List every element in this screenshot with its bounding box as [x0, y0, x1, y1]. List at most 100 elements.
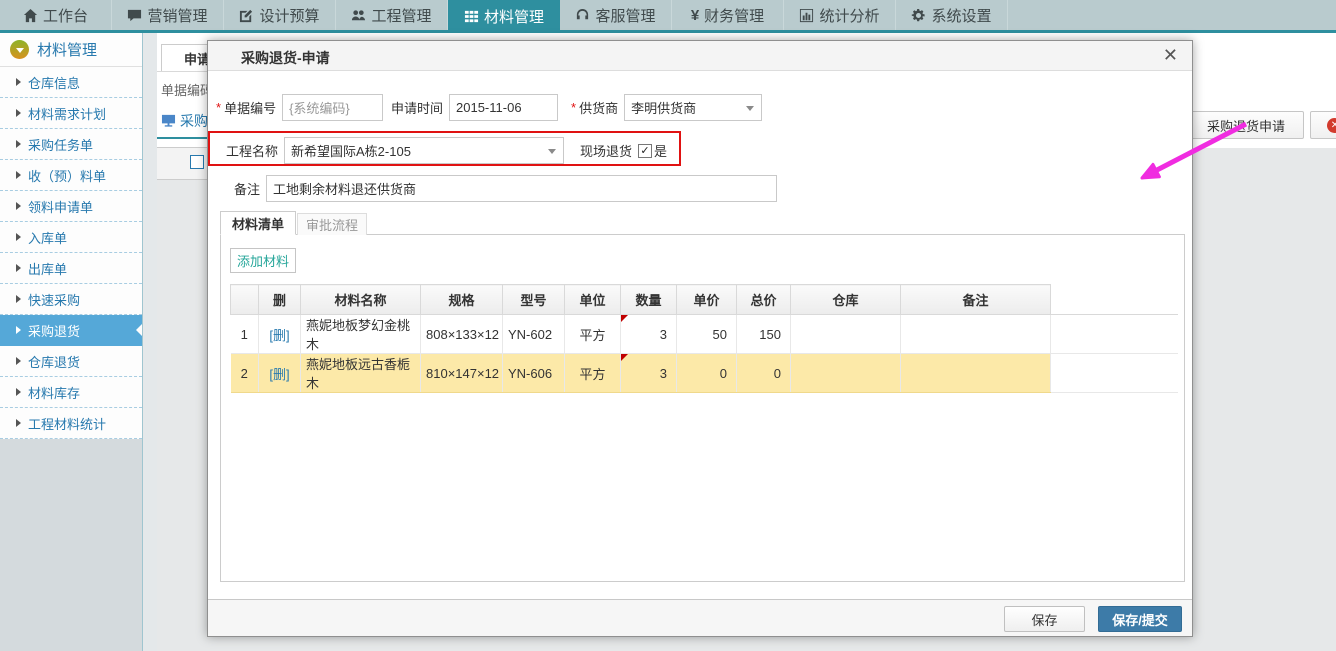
caret-right-icon [16, 233, 21, 241]
table-row: 1 [删] 燕妮地板梦幻金桃木 808×133×12 YN-602 平方 3 5… [231, 315, 1178, 354]
model-cell[interactable]: YN-602 [503, 315, 565, 354]
background-tab-divider [157, 71, 209, 72]
nav-tab-design-budget[interactable]: 设计预算 [224, 0, 336, 30]
remark-cell[interactable] [901, 354, 1051, 393]
tab-material-list[interactable]: 材料清单 [220, 211, 296, 235]
material-name-cell[interactable]: 燕妮地板梦幻金桃木 [301, 315, 421, 354]
col-remark: 备注 [901, 285, 1051, 315]
save-submit-button[interactable]: 保存/提交 [1098, 606, 1182, 632]
col-model: 型号 [503, 285, 565, 315]
doc-no-input[interactable] [282, 94, 383, 121]
background-panel-title-label: 采购 [180, 111, 208, 131]
close-icon[interactable]: ✕ [1163, 45, 1178, 66]
supplier-value: 李明供货商 [631, 98, 696, 117]
caret-right-icon [16, 264, 21, 272]
nav-accent-bar [0, 30, 1336, 33]
caret-right-icon [16, 109, 21, 117]
caret-right-icon [16, 78, 21, 86]
top-nav: 工作台 营销管理 设计预算 工程管理 材料管理 客服管理 ¥ 财务管理 统计分析 [0, 0, 1336, 33]
gear-icon [911, 8, 926, 23]
nav-tab-customer-service[interactable]: 客服管理 [560, 0, 672, 30]
sidebar-item-project-material-stats[interactable]: 工程材料统计 [0, 408, 142, 439]
delete-row-link[interactable]: [删] [269, 367, 289, 382]
warehouse-cell[interactable] [791, 354, 901, 393]
chevron-down-icon [746, 106, 754, 111]
spec-cell[interactable]: 808×133×12 [421, 315, 503, 354]
sidebar-item-label: 领料申请单 [28, 197, 93, 216]
col-unit: 单位 [565, 285, 621, 315]
nav-tab-finance[interactable]: ¥ 财务管理 [672, 0, 784, 30]
sidebar-item-inbound[interactable]: 入库单 [0, 222, 142, 253]
table-header-row: 删 材料名称 规格 型号 单位 数量 单价 总价 仓库 备注 [231, 285, 1178, 315]
sidebar-item-warehouse-return[interactable]: 仓库退货 [0, 346, 142, 377]
sidebar-item-purchase-return[interactable]: 采购退货 [0, 315, 142, 346]
nav-tab-marketing[interactable]: 营销管理 [112, 0, 224, 30]
sidebar-item-receive-material[interactable]: 收（预）料单 [0, 160, 142, 191]
sidebar-item-label: 出库单 [28, 259, 67, 278]
price-cell[interactable]: 50 [677, 315, 737, 354]
sidebar-gap-strip [144, 33, 157, 651]
dialog-footer: 保存 保存/提交 [208, 599, 1192, 636]
remark-cell[interactable] [901, 315, 1051, 354]
warehouse-cell[interactable] [791, 315, 901, 354]
remark-input[interactable] [266, 175, 777, 202]
nav-tab-workbench[interactable]: 工作台 [0, 0, 112, 30]
tab-approval-flow[interactable]: 审批流程 [297, 213, 367, 235]
sidebar-group-header[interactable]: 材料管理 [0, 33, 142, 67]
home-icon [23, 8, 38, 23]
save-button[interactable]: 保存 [1004, 606, 1085, 632]
price-cell[interactable]: 0 [677, 354, 737, 393]
remark-label: 备注 [234, 179, 260, 198]
sidebar-item-quick-purchase[interactable]: 快速采购 [0, 284, 142, 315]
sidebar-item-material-request[interactable]: 领料申请单 [0, 191, 142, 222]
project-label: 工程名称 [226, 141, 278, 160]
nav-tab-materials[interactable]: 材料管理 [448, 0, 560, 33]
purchase-return-apply-button[interactable]: 采购退货申请 [1188, 111, 1304, 139]
nav-tab-settings[interactable]: 系统设置 [896, 0, 1008, 30]
sidebar-item-label: 材料需求计划 [28, 104, 106, 123]
sidebar-item-warehouse-info[interactable]: 仓库信息 [0, 67, 142, 98]
tab-label: 材料清单 [232, 214, 284, 233]
unit-cell[interactable]: 平方 [565, 354, 621, 393]
supplier-label: 供货商 [579, 98, 618, 117]
spec-cell[interactable]: 810×147×12 [421, 354, 503, 393]
nav-tab-label: 统计分析 [819, 5, 879, 26]
project-value: 新希望国际A栋2-105 [291, 141, 411, 160]
collapse-circle-icon [10, 40, 29, 59]
nav-tab-engineering[interactable]: 工程管理 [336, 0, 448, 30]
col-delete: 删 [259, 285, 301, 315]
project-select[interactable]: 新希望国际A栋2-105 [284, 137, 564, 164]
table-row-selected: 2 [删] 燕妮地板远古香栀木 810×147×12 YN-606 平方 3 0… [231, 354, 1178, 393]
add-material-button[interactable]: 添加材料 [230, 248, 296, 273]
row-number: 1 [231, 315, 259, 354]
sidebar-item-material-demand-plan[interactable]: 材料需求计划 [0, 98, 142, 129]
form-row-date: 申请时间 [391, 94, 558, 121]
chat-icon [127, 8, 142, 23]
nav-tab-statistics[interactable]: 统计分析 [784, 0, 896, 30]
qty-cell[interactable]: 3 [621, 354, 677, 393]
model-cell[interactable]: YN-606 [503, 354, 565, 393]
total-cell: 150 [737, 315, 791, 354]
sidebar-item-outbound[interactable]: 出库单 [0, 253, 142, 284]
total-cell: 0 [737, 354, 791, 393]
required-mark: * [571, 100, 576, 115]
delete-button[interactable]: ✕ 删除 [1310, 111, 1336, 139]
unit-cell[interactable]: 平方 [565, 315, 621, 354]
apply-date-input[interactable] [449, 94, 558, 121]
nav-tab-label: 营销管理 [147, 5, 207, 26]
delete-row-link[interactable]: [删] [269, 328, 289, 343]
material-name-cell[interactable]: 燕妮地板远古香栀木 [301, 354, 421, 393]
qty-cell[interactable]: 3 [621, 315, 677, 354]
sidebar-item-purchase-task[interactable]: 采购任务单 [0, 129, 142, 160]
sidebar-item-material-stock[interactable]: 材料库存 [0, 377, 142, 408]
delete-icon: ✕ [1327, 118, 1336, 133]
col-material-name: 材料名称 [301, 285, 421, 315]
onsite-return-checkbox[interactable]: ✓ [638, 144, 652, 158]
material-list-panel: 添加材料 删 材料名称 规格 型号 单位 数量 [220, 235, 1185, 582]
caret-right-icon [16, 140, 21, 148]
filler-cell [1051, 354, 1178, 393]
supplier-select[interactable]: 李明供货商 [624, 94, 762, 121]
select-all-checkbox[interactable] [190, 155, 204, 169]
sidebar-item-label: 采购退货 [28, 321, 80, 340]
apply-date-label: 申请时间 [391, 98, 443, 117]
